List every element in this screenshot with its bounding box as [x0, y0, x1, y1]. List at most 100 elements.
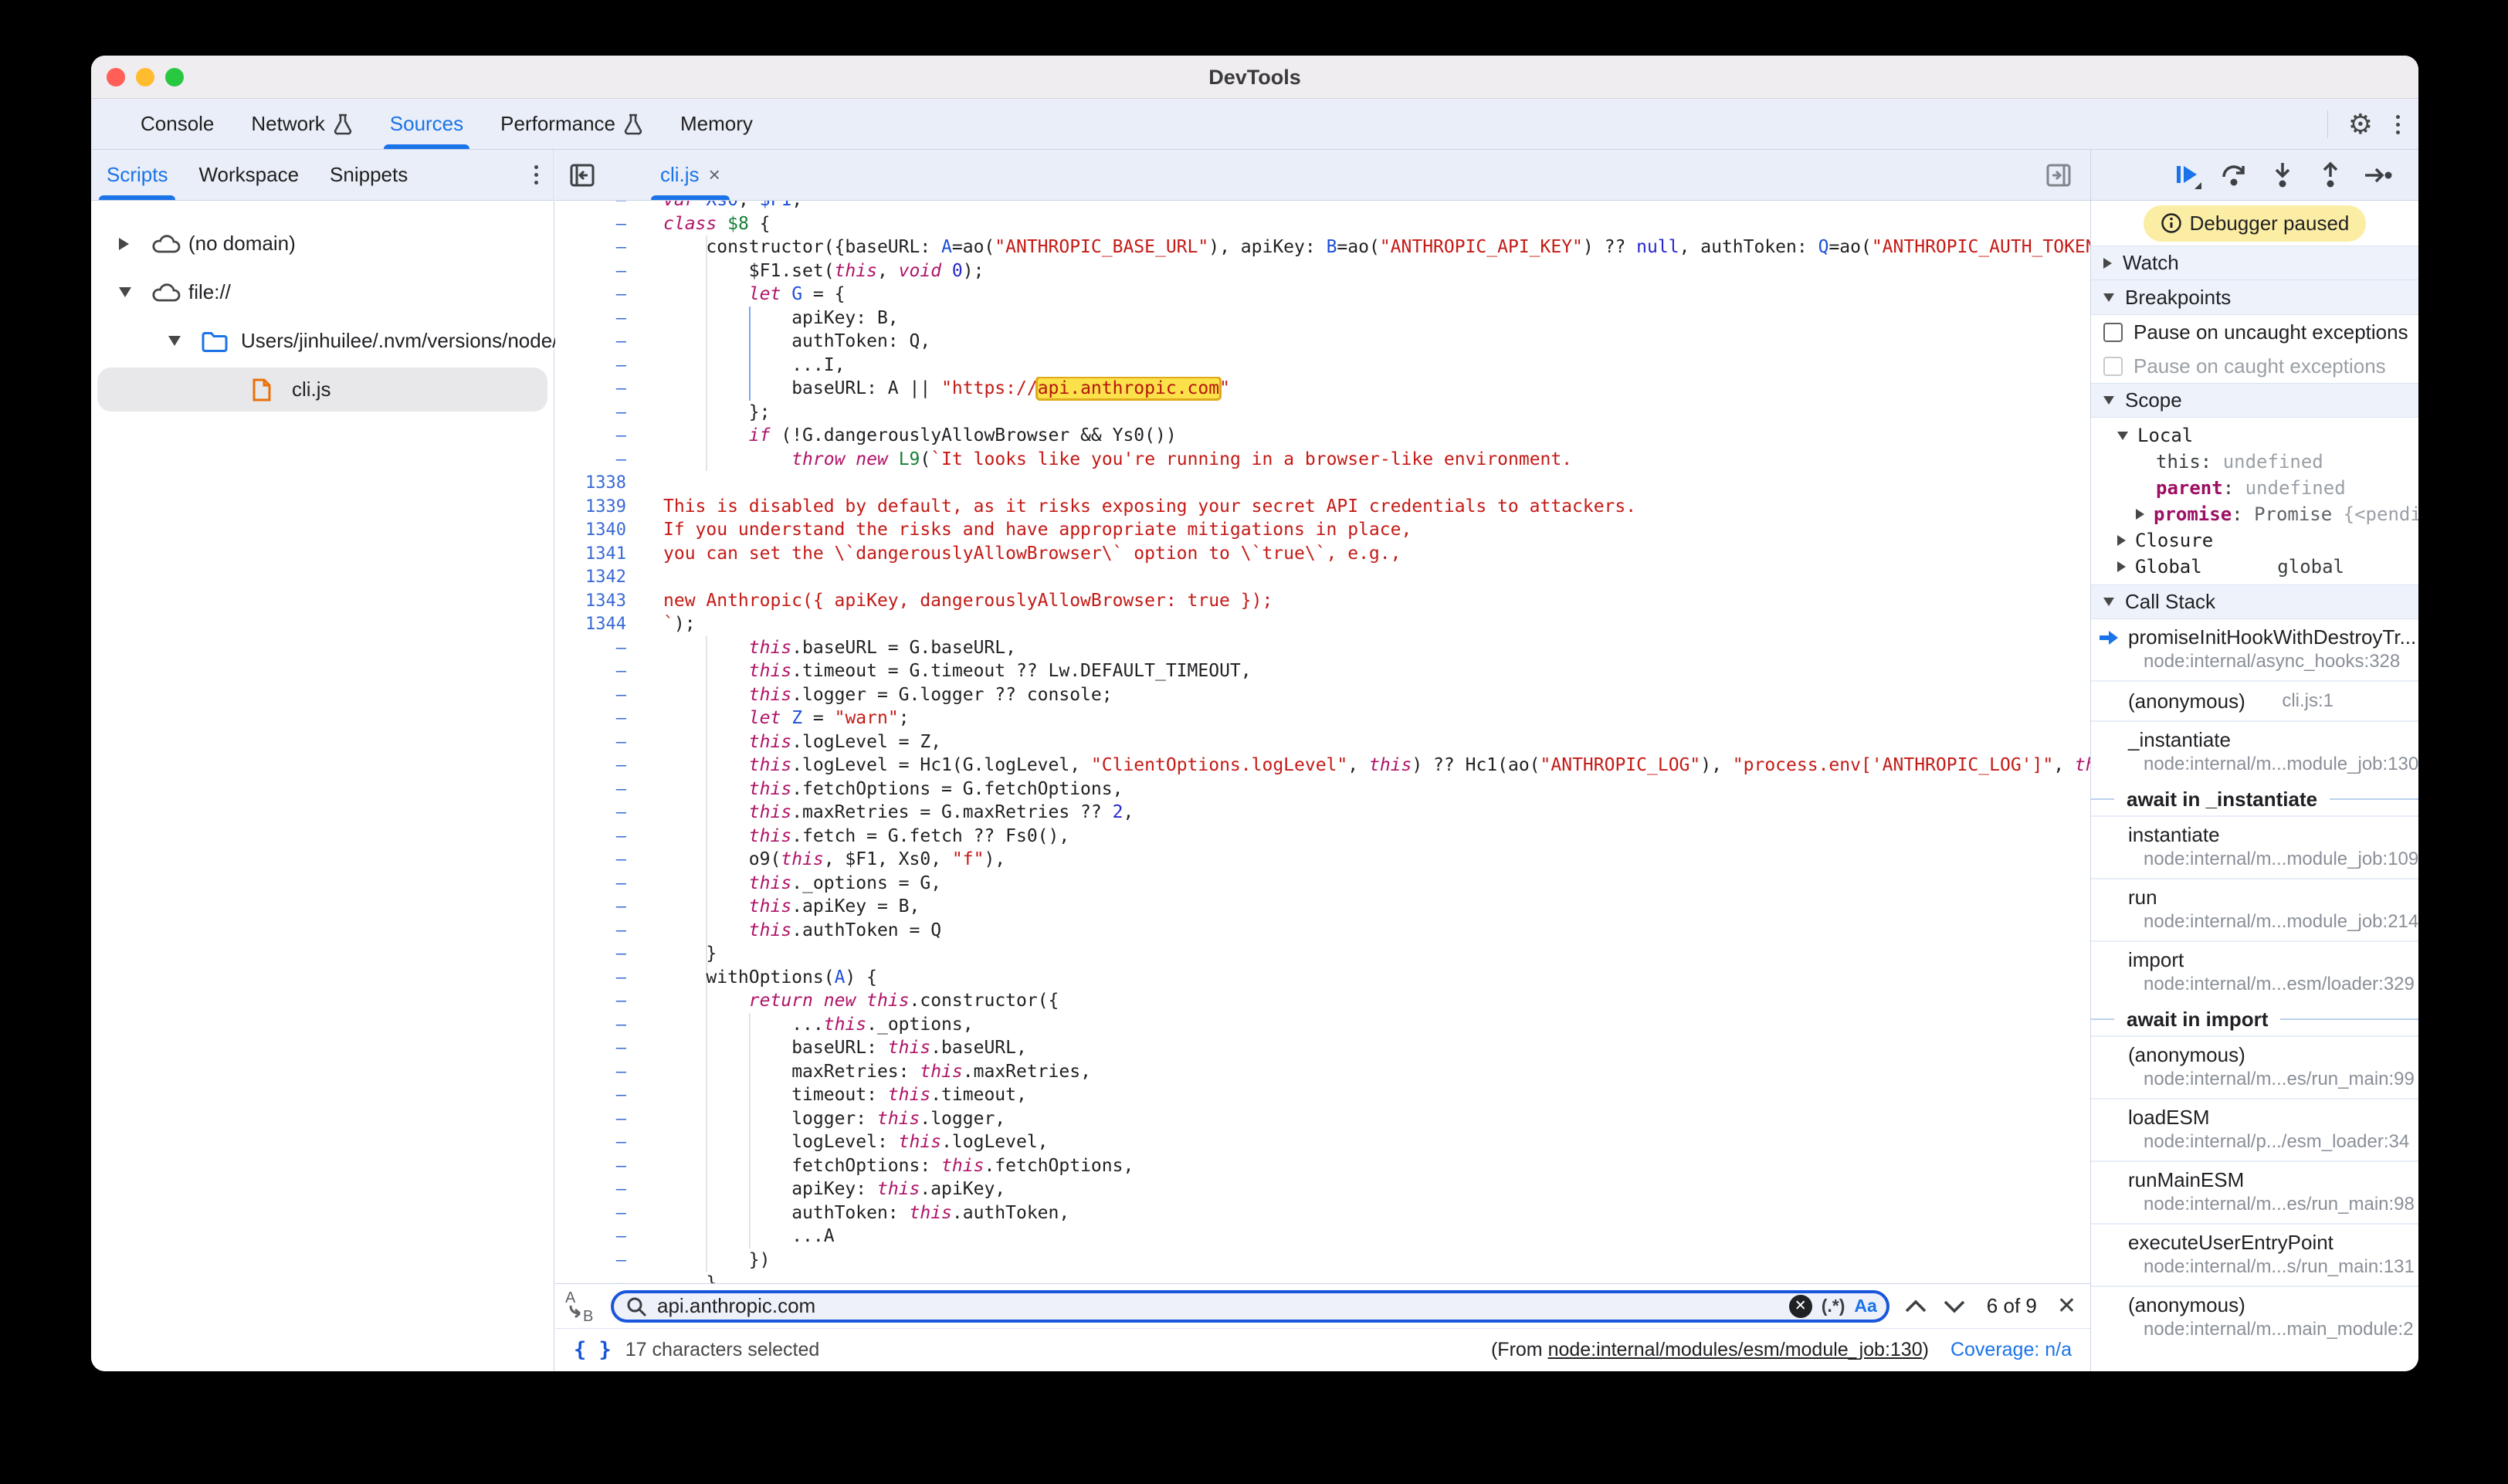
gutter-dash[interactable]: – [555, 307, 626, 330]
code-line[interactable]: –...A [555, 1225, 2090, 1249]
navigator-tab-snippets[interactable]: Snippets [314, 150, 423, 200]
tree-item-users-jinhuilee-nvm-versions-node-v2-[interactable]: Users/jinhuilee/.nvm/versions/node/v2... [91, 317, 554, 365]
code-area[interactable]: –var Xs0, $F1,–class $8 {–constructor({b… [555, 201, 2090, 1283]
code-line[interactable]: 1340If you understand the risks and have… [555, 518, 2090, 542]
gutter-dash[interactable]: – [555, 283, 626, 307]
section-callstack[interactable]: Call Stack [2091, 584, 2418, 619]
gutter-dash[interactable]: – [555, 424, 626, 448]
chevron-down-icon[interactable] [119, 287, 131, 297]
resume-button[interactable] [2171, 160, 2202, 191]
gutter-dash[interactable]: – [555, 1272, 626, 1283]
source-origin-link[interactable]: node:internal/modules/esm/module_job:130 [1548, 1339, 1923, 1360]
code-line[interactable]: –this.maxRetries = G.maxRetries ?? 2, [555, 801, 2090, 825]
gutter-dash[interactable]: – [555, 1154, 626, 1178]
scope-local[interactable]: Local [2091, 422, 2418, 449]
chevron-right-icon[interactable] [2117, 561, 2126, 572]
gutter-dash[interactable]: – [555, 259, 626, 283]
code-line[interactable]: –fetchOptions: this.fetchOptions, [555, 1154, 2090, 1178]
code-line[interactable]: 1338 [555, 471, 2090, 495]
code-line[interactable]: –baseURL: A || "https://api.anthropic.co… [555, 377, 2090, 401]
code-line[interactable]: –baseURL: this.baseURL, [555, 1036, 2090, 1060]
gutter-dash[interactable]: – [555, 1225, 626, 1249]
code-line[interactable]: –this.baseURL = G.baseURL, [555, 636, 2090, 660]
regex-toggle[interactable]: (.*) [1822, 1296, 1845, 1316]
tree-item-cli-js[interactable]: cli.js [91, 365, 554, 414]
code-line[interactable]: –this.logger = G.logger ?? console; [555, 683, 2090, 707]
code-line[interactable]: –logger: this.logger, [555, 1107, 2090, 1131]
code-line[interactable]: –class $8 { [555, 212, 2090, 236]
gutter-dash[interactable]: – [555, 1013, 626, 1037]
code-line[interactable]: –}) [555, 1249, 2090, 1272]
callstack-frame[interactable]: runMainESMnode:internal/m...es/run_main:… [2091, 1160, 2418, 1223]
code-line[interactable]: 1339This is disabled by default, as it r… [555, 495, 2090, 519]
step-over-button[interactable] [2219, 160, 2250, 191]
line-number[interactable]: 1340 [555, 518, 626, 542]
line-number[interactable]: 1339 [555, 495, 626, 519]
gutter-dash[interactable]: – [555, 659, 626, 683]
chevron-right-icon[interactable] [2117, 535, 2126, 546]
code-line[interactable]: –this.logLevel = Hc1(G.logLevel, "Client… [555, 754, 2090, 778]
code-line[interactable]: –apiKey: this.apiKey, [555, 1177, 2090, 1201]
callstack-frame[interactable]: (anonymous)node:internal/m...es/run_main… [2091, 1035, 2418, 1098]
callstack-frame[interactable]: (anonymous)cli.js:1 [2091, 680, 2418, 720]
line-number[interactable]: 1343 [555, 589, 626, 613]
tree-item-file-[interactable]: file:// [91, 268, 554, 317]
scope-prop-this[interactable]: this: undefined [2091, 449, 2418, 475]
step-button[interactable] [2363, 160, 2395, 191]
code-line[interactable]: 1341you can set the \`dangerouslyAllowBr… [555, 542, 2090, 566]
callstack-frame[interactable]: promiseInitHookWithDestroyTr...node:inte… [2091, 619, 2418, 680]
gutter-dash[interactable]: – [555, 801, 626, 825]
gutter-dash[interactable]: – [555, 848, 626, 872]
collapse-navigator-icon[interactable] [568, 161, 597, 190]
code-line[interactable]: –return new this.constructor({ [555, 989, 2090, 1013]
gutter-dash[interactable]: – [555, 919, 626, 943]
code-line[interactable]: –} [555, 1272, 2090, 1283]
chevron-right-icon[interactable] [2136, 509, 2144, 520]
gutter-dash[interactable]: – [555, 1177, 626, 1201]
next-match-icon[interactable] [1942, 1298, 1967, 1315]
previous-match-icon[interactable] [1903, 1298, 1928, 1315]
close-tab-icon[interactable]: × [709, 163, 720, 187]
navigator-more-tabs-icon[interactable] [531, 162, 541, 188]
navigator-tab-scripts[interactable]: Scripts [91, 150, 183, 200]
line-number[interactable]: 1338 [555, 471, 626, 495]
code-line[interactable]: –o9(this, $F1, Xs0, "f"), [555, 848, 2090, 872]
code-line[interactable]: –maxRetries: this.maxRetries, [555, 1060, 2090, 1084]
gutter-dash[interactable]: – [555, 1201, 626, 1225]
code-line[interactable]: –let Z = "warn"; [555, 706, 2090, 730]
tree-item--no-domain-[interactable]: (no domain) [91, 219, 554, 268]
code-line[interactable]: –}; [555, 401, 2090, 425]
gutter-dash[interactable]: – [555, 354, 626, 378]
step-out-button[interactable] [2315, 160, 2346, 191]
collapse-debugger-sidebar-icon[interactable] [2044, 161, 2073, 190]
chevron-right-icon[interactable] [119, 238, 129, 250]
code-line[interactable]: –this._options = G, [555, 872, 2090, 896]
gutter-dash[interactable]: – [555, 1060, 626, 1084]
callstack-frame[interactable]: importnode:internal/m...esm/loader:329 [2091, 940, 2418, 1003]
gutter-dash[interactable]: – [555, 778, 626, 801]
code-line[interactable]: –authToken: Q, [555, 330, 2090, 354]
code-line[interactable]: –throw new L9(`It looks like you're runn… [555, 448, 2090, 472]
gutter-dash[interactable]: – [555, 377, 626, 401]
gutter-dash[interactable]: – [555, 235, 626, 259]
gutter-dash[interactable]: – [555, 636, 626, 660]
chevron-down-icon[interactable] [2117, 432, 2128, 440]
step-into-button[interactable] [2267, 160, 2298, 191]
gutter-dash[interactable]: – [555, 330, 626, 354]
gutter-dash[interactable]: – [555, 730, 626, 754]
search-input[interactable] [657, 1294, 1780, 1318]
close-search-icon[interactable]: ✕ [2057, 1293, 2076, 1320]
breakpoint-option[interactable]: Pause on uncaught exceptions [2091, 315, 2418, 349]
callstack-frame[interactable]: loadESMnode:internal/p.../esm_loader:34 [2091, 1098, 2418, 1160]
code-line[interactable]: –authToken: this.authToken, [555, 1201, 2090, 1225]
code-line[interactable]: 1342 [555, 565, 2090, 589]
code-line[interactable]: –timeout: this.timeout, [555, 1083, 2090, 1107]
gutter-dash[interactable]: – [555, 966, 626, 990]
code-line[interactable]: –$F1.set(this, void 0); [555, 259, 2090, 283]
gutter-dash[interactable]: – [555, 212, 626, 236]
chevron-down-icon[interactable] [168, 336, 181, 346]
line-number[interactable]: 1341 [555, 542, 626, 566]
code-line[interactable]: –constructor({baseURL: A=ao("ANTHROPIC_B… [555, 235, 2090, 259]
gutter-dash[interactable]: – [555, 825, 626, 849]
gutter-dash[interactable]: – [555, 448, 626, 472]
